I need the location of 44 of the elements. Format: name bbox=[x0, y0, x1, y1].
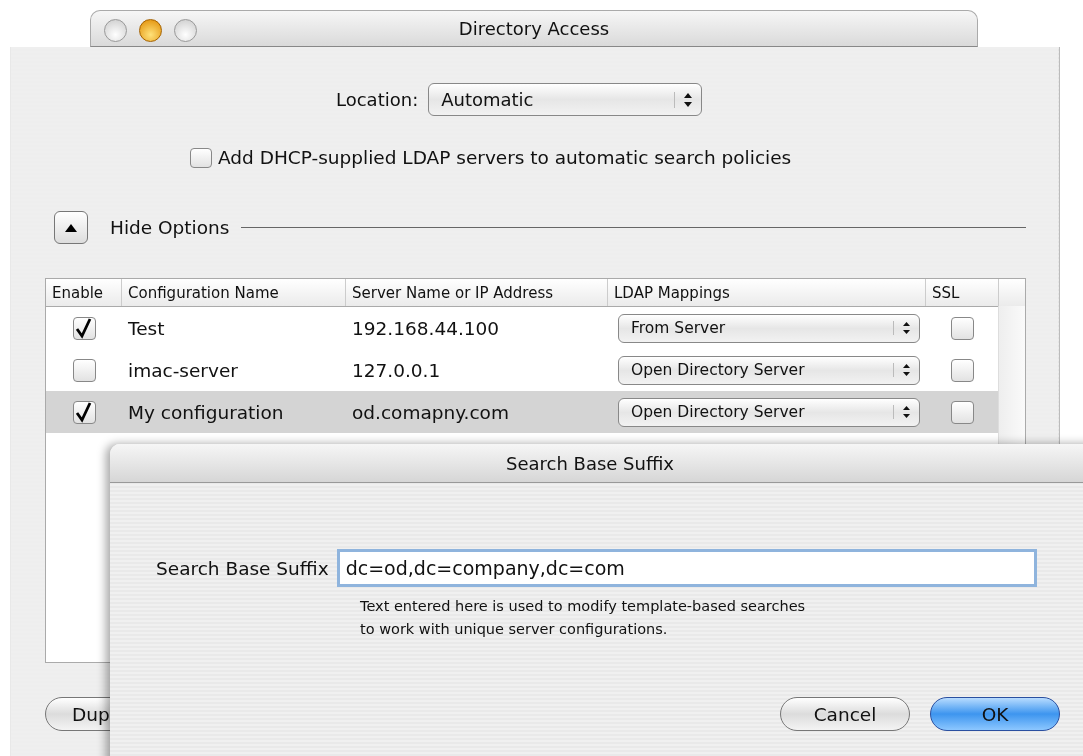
checkbox[interactable] bbox=[72, 400, 96, 424]
cancel-button[interactable]: Cancel bbox=[780, 697, 910, 731]
column-header[interactable]: Enable bbox=[46, 279, 122, 306]
input-field[interactable]: dc=od,dc=company,dc=com bbox=[336, 549, 1037, 587]
stepper-arrows-icon bbox=[893, 405, 911, 419]
dialog-title: Search Base Suffix bbox=[506, 452, 674, 474]
close-button[interactable] bbox=[104, 19, 127, 42]
zoom-button[interactable] bbox=[174, 19, 197, 42]
checkbox[interactable] bbox=[951, 316, 974, 340]
checkbox[interactable] bbox=[951, 400, 974, 424]
location-dropdown[interactable]: Automatic bbox=[428, 83, 703, 116]
table-cell: My configuration bbox=[128, 401, 284, 423]
column-header[interactable]: Server Name or IP Address bbox=[346, 279, 608, 306]
disclosure-button[interactable] bbox=[54, 211, 88, 244]
mapping-dropdown[interactable]: From Server bbox=[618, 313, 920, 343]
checkbox[interactable] bbox=[190, 147, 212, 168]
checkbox[interactable] bbox=[72, 316, 96, 340]
checkbox-label: Add DHCP-supplied LDAP servers to automatic search policies bbox=[218, 147, 792, 168]
mapping-dropdown[interactable]: Open Directory Server bbox=[618, 355, 920, 385]
table-row[interactable]: My configuration od.comapny.com Open Directory Server bbox=[46, 391, 999, 433]
stepper-arrows-icon bbox=[893, 363, 911, 377]
column-header[interactable]: SSL bbox=[926, 279, 999, 306]
column-header[interactable]: LDAP Mappings bbox=[608, 279, 926, 306]
minimize-button[interactable] bbox=[139, 19, 162, 42]
column-header[interactable]: Configuration Name bbox=[122, 279, 346, 306]
help-text: Text entered here is used to modify template-based searches to work with unique server configurations. bbox=[360, 597, 806, 639]
table-cell: Test bbox=[128, 317, 165, 339]
table-cell: 127.0.0.1 bbox=[352, 359, 441, 381]
stepper-arrows-icon bbox=[893, 321, 911, 335]
field-label: Search Base Suffix bbox=[156, 557, 329, 579]
table-cell: 192.168.44.100 bbox=[352, 317, 500, 339]
options-label: Hide Options bbox=[110, 217, 230, 238]
table-row[interactable]: imac-server 127.0.0.1 Open Directory Server bbox=[46, 349, 999, 391]
ok-button[interactable]: OK bbox=[930, 697, 1060, 731]
table-cell: od.comapny.com bbox=[352, 401, 509, 423]
checkbox[interactable] bbox=[951, 358, 974, 382]
mapping-dropdown[interactable]: Open Directory Server bbox=[618, 397, 920, 427]
table-cell: imac-server bbox=[128, 359, 238, 381]
stepper-arrows-icon bbox=[674, 91, 694, 108]
window-title: Directory Access bbox=[458, 18, 610, 39]
triangle-icon bbox=[64, 222, 78, 233]
location-label: Location: bbox=[336, 89, 419, 110]
checkbox[interactable] bbox=[72, 358, 96, 382]
table-row[interactable]: Test 192.168.44.100 From Server bbox=[46, 307, 999, 349]
